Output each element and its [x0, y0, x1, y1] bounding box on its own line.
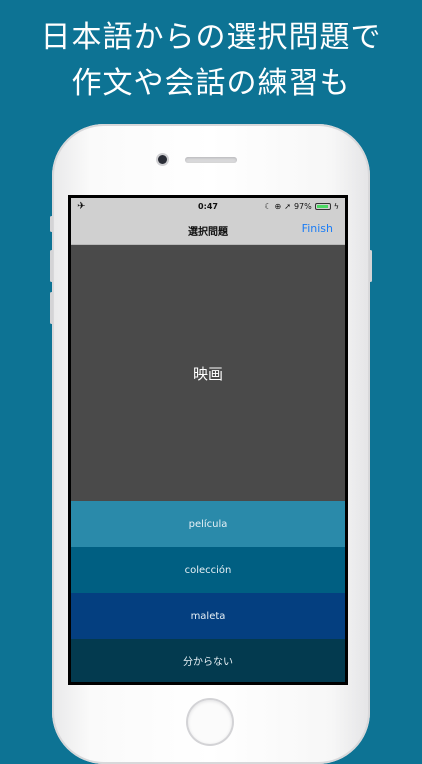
app-display: ✈ 0:47 ☾ ⊕ ➚ 97% ϟ 選択問題 Finish 映画 pelícu… [71, 198, 345, 682]
phone-volume-up [50, 250, 53, 282]
answer-choice-label: maleta [190, 610, 226, 622]
phone-power-button [369, 250, 372, 282]
front-camera [158, 155, 167, 164]
status-right-group: ☾ ⊕ ➚ 97% ϟ [264, 202, 339, 211]
question-word: 映画 [192, 364, 223, 383]
earpiece-speaker [185, 157, 237, 163]
finish-button[interactable]: Finish [302, 222, 333, 235]
battery-percent: 97% [293, 202, 312, 211]
answer-choice-label: película [188, 518, 228, 530]
navigation-bar: 選択問題 Finish [71, 216, 345, 245]
location-arrow-icon: ➚ [284, 202, 291, 211]
answer-choice-2[interactable]: colección [71, 547, 345, 593]
status-bar: ✈ 0:47 ☾ ⊕ ➚ 97% ϟ [71, 198, 345, 216]
phone-volume-down [50, 292, 53, 324]
answer-choice-label: colección [184, 564, 232, 576]
moon-icon: ☾ [264, 202, 272, 211]
lock-rotation-icon: ⊕ [274, 202, 282, 211]
question-card: 映画 [71, 245, 345, 501]
phone-frame: ✈ 0:47 ☾ ⊕ ➚ 97% ϟ 選択問題 Finish 映画 pelícu… [50, 124, 372, 764]
promo-headline-line2: 作文や会話の練習も [71, 66, 351, 101]
dont-know-button[interactable]: 分からない [71, 639, 345, 682]
home-button[interactable] [188, 700, 232, 744]
promo-headline-line1: 日本語からの選択問題で [40, 20, 382, 55]
answer-choice-1[interactable]: película [71, 501, 345, 547]
battery-level [316, 205, 329, 208]
charging-icon: ϟ [333, 202, 339, 211]
phone-side-button [50, 216, 53, 232]
battery-icon [314, 203, 331, 210]
phone-screen: ✈ 0:47 ☾ ⊕ ➚ 97% ϟ 選択問題 Finish 映画 pelícu… [68, 195, 348, 685]
answer-choice-3[interactable]: maleta [71, 593, 345, 639]
answer-choice-label: 分からない [183, 657, 233, 668]
